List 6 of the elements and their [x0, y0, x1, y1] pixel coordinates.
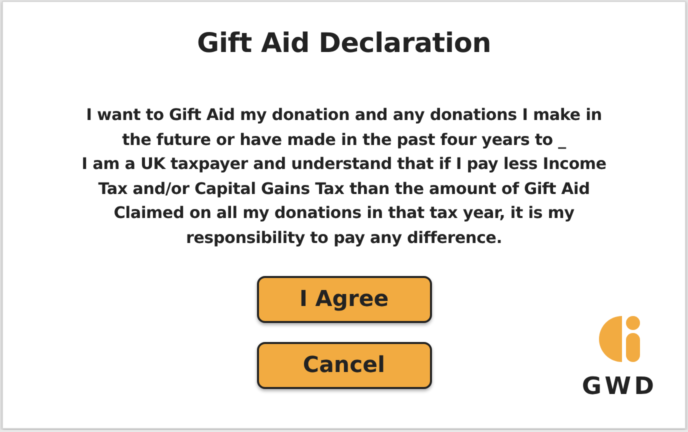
- declaration-text: I want to Gift Aid my donation and any donations I make in the future or have made in the past four years to _ I am a UK taxpayer and understand that if I pay less Income Tax and/or Capital Gains Tax than the amount of Gift Aid Claimed on all my donations in that tax year, it is my responsibility to pay any difference.: [82, 104, 606, 248]
- logo-text: GWD: [582, 372, 657, 400]
- dialog-title: Gift Aid Declaration: [196, 28, 492, 59]
- cancel-button[interactable]: Cancel: [256, 342, 432, 389]
- logo-icon: [596, 314, 642, 362]
- agree-button[interactable]: I Agree: [256, 276, 432, 323]
